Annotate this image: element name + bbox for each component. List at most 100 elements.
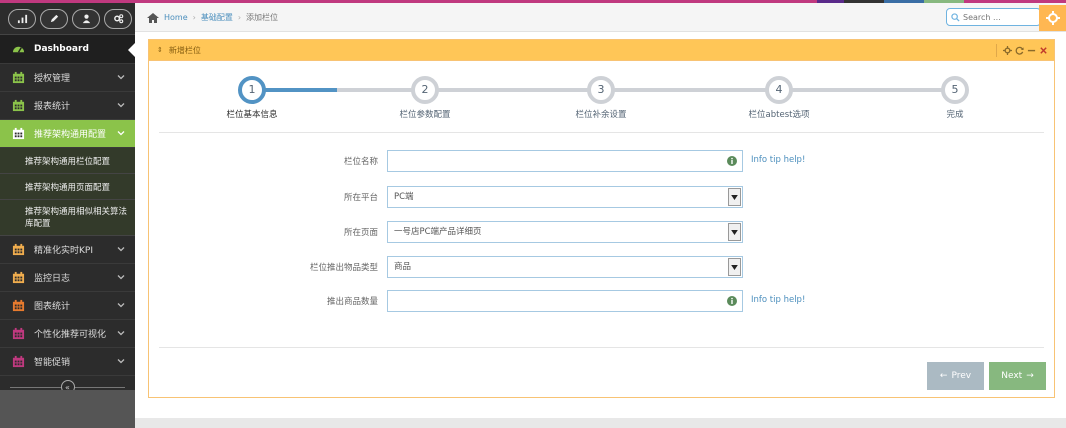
info-icon (727, 156, 737, 166)
step-number: 2 (411, 76, 439, 104)
widget-header: ⇕ 新增栏位 (149, 40, 1054, 61)
calendar-icon (12, 355, 25, 368)
sidebar-item-label: 监控日志 (34, 274, 71, 284)
calendar-icon (12, 299, 25, 312)
sidebar-item[interactable]: 精准化实时KPI (0, 236, 135, 264)
chevron-down-icon (117, 247, 125, 252)
chevron-down-icon (117, 275, 125, 280)
help-tip: Info tip help! (751, 155, 806, 165)
shortcut-users-button[interactable] (72, 8, 100, 29)
sidebar-item-label: 精准化实时KPI (34, 246, 93, 256)
select-dropdown[interactable]: PC端 (387, 186, 743, 208)
breadcrumb-home-link[interactable]: Home (164, 13, 188, 22)
form-row: 推出商品数量 Info tip help! (149, 290, 1054, 312)
shortcut-edit-button[interactable] (40, 8, 68, 29)
wizard-step-5: 5 完成 (885, 76, 1025, 120)
sidebar-item[interactable]: 个性化推荐可视化 (0, 320, 135, 348)
step-label: 栏位abtest选项 (748, 110, 810, 120)
home-icon (147, 12, 159, 23)
chevron-down-icon (117, 303, 125, 308)
close-icon[interactable] (1039, 46, 1048, 55)
select-dropdown[interactable]: 一号店PC端产品详细页 (387, 221, 743, 243)
sidebar-item[interactable]: 授权管理 (0, 64, 135, 92)
sidebar-subitem[interactable]: 推荐架构通用页面配置 (0, 174, 135, 200)
cogs-icon (113, 14, 123, 24)
chevron-down-icon (117, 75, 125, 80)
prev-button[interactable]: ← Prev (927, 362, 984, 390)
step-label: 完成 (946, 110, 964, 120)
select-value: 一号店PC端产品详细页 (394, 227, 482, 237)
step-number: 4 (765, 76, 793, 104)
sidebar-item[interactable]: 智能促销 (0, 348, 135, 376)
gear-icon[interactable] (1003, 46, 1012, 55)
dropdown-arrow-icon (728, 188, 741, 206)
minus-icon[interactable] (1027, 46, 1036, 55)
search-box[interactable] (946, 8, 1041, 26)
sidebar-item[interactable]: 图表统计 (0, 292, 135, 320)
pencil-icon (50, 14, 58, 23)
form-row: 所在平台 PC端 (149, 186, 1054, 208)
sidebar-footer (0, 390, 135, 428)
divider (159, 132, 1044, 133)
step-number: 3 (587, 76, 615, 104)
sidebar-item-label: 个性化推荐可视化 (34, 330, 107, 340)
dropdown-arrow-icon (728, 258, 741, 276)
dashboard-icon (12, 46, 25, 53)
search-icon (951, 12, 960, 22)
search-input[interactable] (963, 12, 1033, 22)
gear-icon (1045, 11, 1060, 25)
chevron-down-icon (117, 359, 125, 364)
field-label: 所在平台 (343, 193, 378, 203)
form-row: 所在页面 一号店PC端产品详细页 (149, 221, 1054, 243)
step-label: 栏位参数配置 (399, 110, 451, 120)
calendar-icon (12, 71, 25, 84)
sidebar-item[interactable]: 报表统计 (0, 92, 135, 120)
sidebar-subitem[interactable]: 推荐架构通用栏位配置 (0, 148, 135, 174)
sidebar-item-dashboard[interactable]: Dashboard (0, 35, 136, 64)
breadcrumb: Home › 基础配置 › 添加栏位 (147, 12, 278, 23)
breadcrumb-bar: Home › 基础配置 › 添加栏位 (135, 3, 1066, 32)
field-label: 栏位推出物品类型 (309, 263, 378, 273)
select-dropdown[interactable]: 商品 (387, 256, 743, 278)
step-number: 5 (941, 76, 969, 104)
field-label: 栏位名称 (343, 157, 378, 167)
sort-icon: ⇕ (157, 46, 163, 54)
sidebar-item-label: 授权管理 (34, 74, 71, 84)
shortcut-settings-button[interactable] (104, 8, 132, 29)
bar-chart-icon (17, 14, 27, 24)
wizard-step-4: 4 栏位abtest选项 (709, 76, 849, 120)
sidebar-item[interactable]: 推荐架构通用配置 (0, 120, 135, 148)
wizard-step-1: 1 栏位基本信息 (182, 76, 322, 120)
wizard-steps: 1 栏位基本信息 2 栏位参数配置 3 栏位补余设置 4 栏位abtest选项 5 完成 (149, 62, 1054, 132)
sidebar-item-label: 图表统计 (34, 302, 71, 312)
sidebar-item-label: 智能促销 (34, 358, 71, 368)
refresh-icon[interactable] (1015, 46, 1024, 55)
arrow-left-icon: ← (939, 371, 948, 381)
users-icon (82, 14, 90, 24)
widget-title: 新增栏位 (168, 45, 201, 55)
widget-toolbar (996, 44, 1048, 57)
arrow-right-icon: → (1026, 371, 1034, 381)
chevron-down-icon (117, 131, 125, 136)
sidebar-shortcuts (0, 3, 135, 35)
divider (159, 347, 1044, 348)
text-input[interactable] (387, 290, 743, 312)
breadcrumb-section-link[interactable]: 基础配置 (201, 12, 233, 23)
breadcrumb-current: 添加栏位 (246, 13, 279, 22)
sidebar-item-label: Dashboard (34, 44, 89, 54)
sidebar-item-label: 推荐架构通用配置 (34, 130, 107, 140)
sidebar-item[interactable]: 监控日志 (0, 264, 135, 292)
next-button[interactable]: Next → (989, 362, 1046, 390)
text-input[interactable] (387, 150, 743, 172)
shortcut-stats-button[interactable] (8, 8, 36, 29)
settings-toggle[interactable] (1039, 5, 1066, 31)
sidebar-subitem[interactable]: 推荐架构通用相似相关算法库配置 (0, 200, 135, 236)
step-number: 1 (238, 76, 266, 104)
select-value: PC端 (394, 192, 414, 202)
chevron-down-icon (117, 331, 125, 336)
field-label: 推出商品数量 (326, 297, 378, 307)
content-footer (135, 418, 1066, 428)
info-icon (727, 296, 737, 306)
form-row: 栏位推出物品类型 商品 (149, 256, 1054, 278)
form-row: 栏位名称 Info tip help! (149, 150, 1054, 172)
